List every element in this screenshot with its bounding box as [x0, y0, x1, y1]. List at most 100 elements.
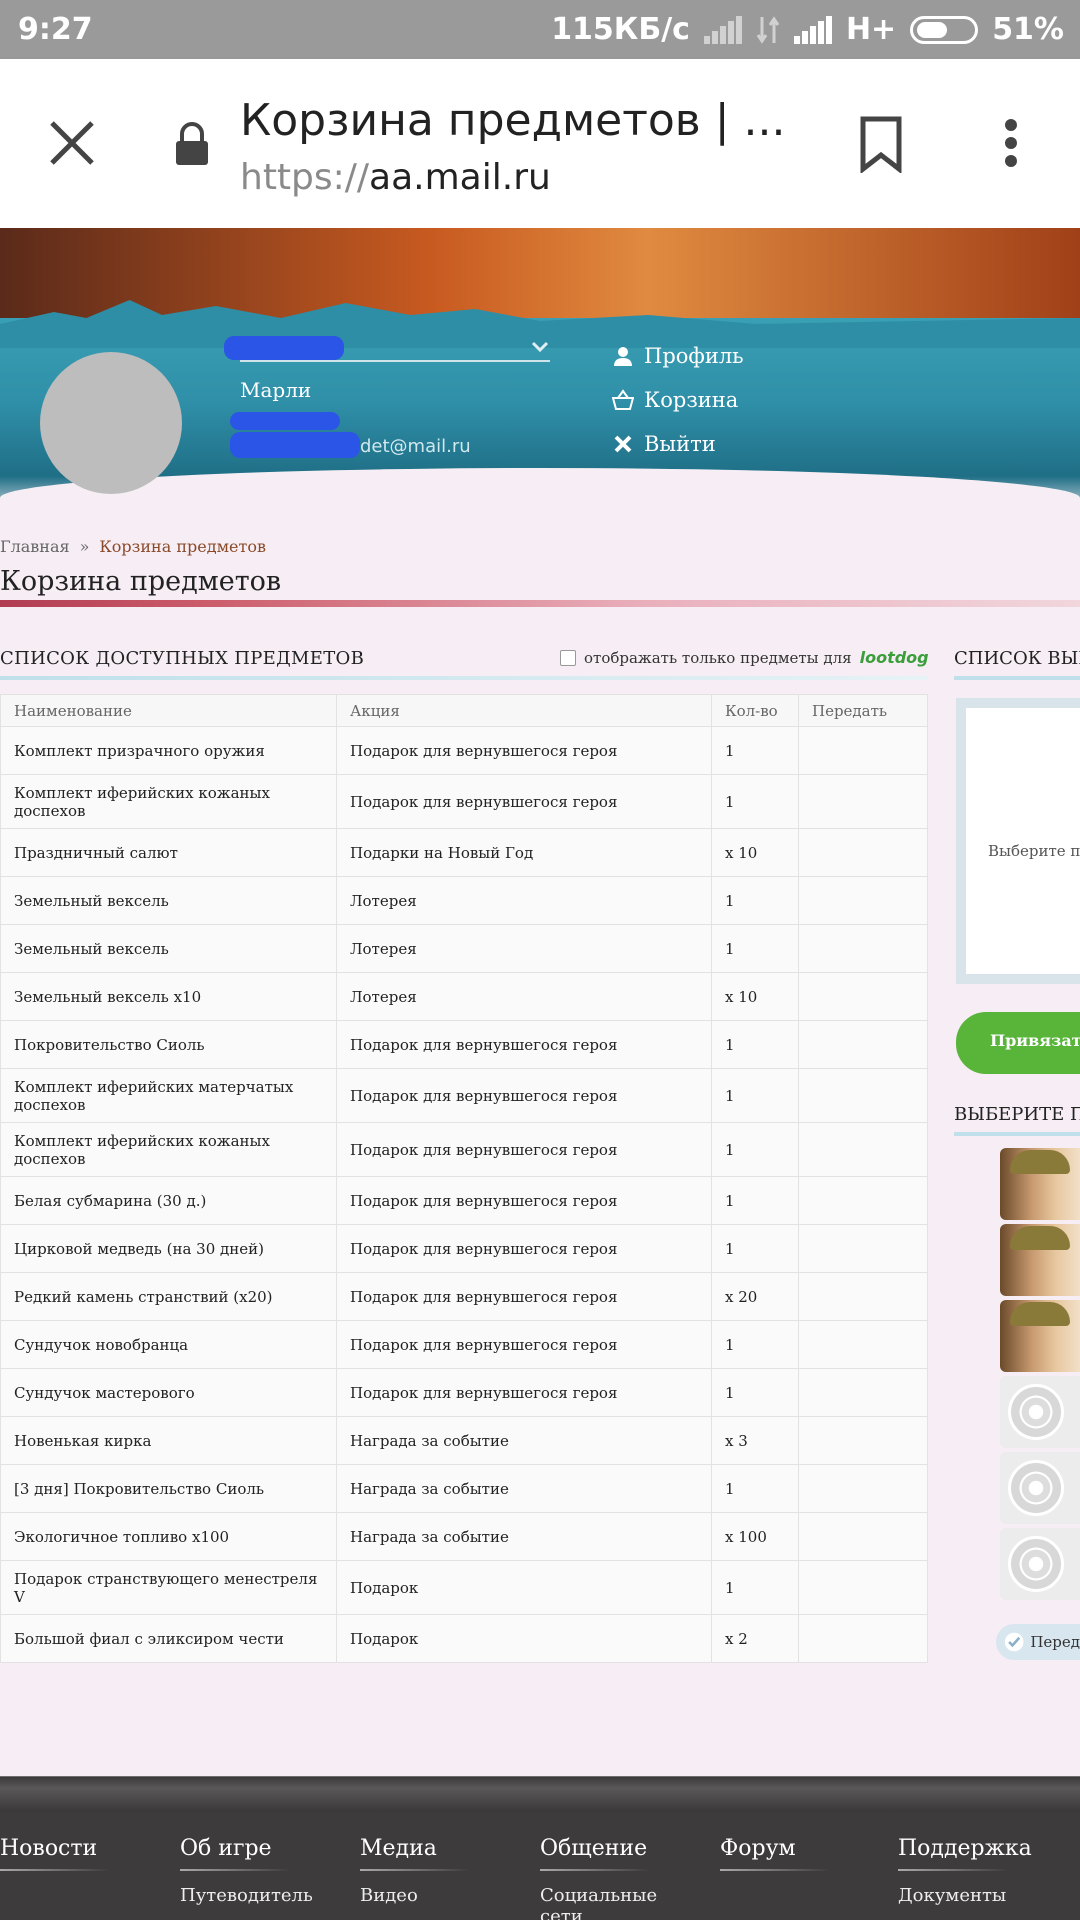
- col-name-header: Наименование: [0, 694, 337, 727]
- bookmark-icon[interactable]: [858, 115, 904, 173]
- item-transfer-cell[interactable]: [798, 1176, 928, 1225]
- account-selector[interactable]: [224, 328, 550, 362]
- footer-link[interactable]: Путеводитель: [180, 1885, 330, 1906]
- selected-items-placeholder: Выберите п: [988, 842, 1080, 860]
- redacted-username: [224, 336, 344, 360]
- table-row: Редкий камень странствий (x20) Подарок дл…: [0, 1272, 928, 1321]
- more-options-icon[interactable]: [1000, 117, 1022, 169]
- address-bar[interactable]: https://aa.mail.ru: [240, 157, 551, 198]
- footer-column: Поддержка Документы: [898, 1836, 1048, 1906]
- breadcrumb-home[interactable]: Главная: [0, 537, 70, 556]
- table-row: Сундучок мастерового Подарок для вернувше…: [0, 1368, 928, 1417]
- footer-heading[interactable]: Медиа: [360, 1836, 510, 1861]
- empty-character-slot[interactable]: [1000, 1452, 1080, 1524]
- item-name: Покровительство Сиоль: [0, 1020, 337, 1069]
- lock-icon[interactable]: [174, 121, 210, 167]
- item-qty: 1: [711, 924, 799, 973]
- item-name: Сундучок мастерового: [0, 1368, 337, 1417]
- item-qty: x 100: [711, 1512, 799, 1561]
- item-action: Подарок для вернувшегося героя: [336, 1020, 712, 1069]
- footer-column: Новости: [0, 1836, 150, 1885]
- item-transfer-cell[interactable]: [798, 1560, 928, 1615]
- empty-character-slot[interactable]: [1000, 1528, 1080, 1600]
- browser-toolbar: Корзина предметов | ... https://aa.mail.…: [0, 59, 1080, 228]
- item-transfer-cell[interactable]: [798, 726, 928, 775]
- item-transfer-cell[interactable]: [798, 1068, 928, 1123]
- item-name: Экологичное топливо x100: [0, 1512, 337, 1561]
- item-transfer-cell[interactable]: [798, 1614, 928, 1663]
- footer-heading[interactable]: Об игре: [180, 1836, 330, 1861]
- item-transfer-cell[interactable]: [798, 1272, 928, 1321]
- item-action: Подарки на Новый Год: [336, 828, 712, 877]
- lootdog-filter-label: отображать только предметы для: [584, 648, 852, 667]
- item-transfer-cell[interactable]: [798, 1122, 928, 1177]
- item-transfer-cell[interactable]: [798, 1020, 928, 1069]
- footer-underline: [540, 1869, 650, 1871]
- user-avatar[interactable]: [40, 352, 182, 494]
- table-row: Комплект иферийских кожаных доспехов Пода…: [0, 774, 928, 829]
- site-header-banner: Марли det@mail.ru Профиль Корзина Выйти: [0, 228, 1080, 520]
- item-transfer-cell[interactable]: [798, 1512, 928, 1561]
- footer-link[interactable]: Видео: [360, 1885, 510, 1906]
- item-name: Комплект призрачного оружия: [0, 726, 337, 775]
- item-action: Подарок: [336, 1614, 712, 1663]
- footer-heading[interactable]: Общение: [540, 1836, 690, 1861]
- footer-heading[interactable]: Новости: [0, 1836, 150, 1861]
- profile-link[interactable]: Профиль: [612, 344, 744, 368]
- lootdog-checkbox[interactable]: [560, 649, 576, 666]
- footer-heading[interactable]: Поддержка: [898, 1836, 1048, 1861]
- item-transfer-cell[interactable]: [798, 1320, 928, 1369]
- item-transfer-cell[interactable]: [798, 924, 928, 973]
- right-divider: [954, 676, 1080, 680]
- table-row: Белая субмарина (30 д.) Подарок для верну…: [0, 1176, 928, 1225]
- cart-label: Корзина: [644, 388, 739, 412]
- item-qty: x 3: [711, 1416, 799, 1465]
- logout-link[interactable]: Выйти: [612, 432, 716, 456]
- item-transfer-cell[interactable]: [798, 1224, 928, 1273]
- url-host: aa.mail.ru: [369, 157, 551, 198]
- item-action: Подарок для вернувшегося героя: [336, 1272, 712, 1321]
- item-name: Цирковой медведь (на 30 дней): [0, 1224, 337, 1273]
- character-portrait: [1010, 1226, 1070, 1250]
- item-action: Награда за событие: [336, 1416, 712, 1465]
- item-action: Подарок для вернувшегося героя: [336, 1224, 712, 1273]
- item-transfer-cell[interactable]: [798, 876, 928, 925]
- item-qty: 1: [711, 774, 799, 829]
- item-transfer-cell[interactable]: [798, 1416, 928, 1465]
- character-slot[interactable]: [1000, 1300, 1080, 1372]
- lootdog-filter[interactable]: отображать только предметы для lootdog: [560, 648, 929, 667]
- table-row: Земельный вексель Лотерея 1: [0, 924, 928, 973]
- close-icon[interactable]: [46, 117, 98, 169]
- item-action: Подарок для вернувшегося героя: [336, 1122, 712, 1177]
- footer-link[interactable]: Социальные сети: [540, 1885, 690, 1920]
- transfer-button[interactable]: Перед: [996, 1624, 1080, 1660]
- table-row: Праздничный салют Подарки на Новый Год x 1…: [0, 828, 928, 877]
- item-transfer-cell[interactable]: [798, 972, 928, 1021]
- chevron-down-icon[interactable]: [530, 340, 550, 354]
- item-qty: 1: [711, 1224, 799, 1273]
- footer-underline: [180, 1869, 290, 1871]
- empty-character-slot[interactable]: [1000, 1376, 1080, 1448]
- table-row: Цирковой медведь (на 30 дней) Подарок для…: [0, 1224, 928, 1273]
- footer-heading[interactable]: Форум: [720, 1836, 870, 1861]
- bind-button[interactable]: Привязать: [956, 1012, 1080, 1074]
- footer-underline: [360, 1869, 470, 1871]
- item-name: Земельный вексель: [0, 924, 337, 973]
- site-footer: Новости Об игре Путеводитель Медиа Видео Обще…: [0, 1812, 1080, 1920]
- character-slot[interactable]: [1000, 1224, 1080, 1296]
- item-action: Подарок для вернувшегося героя: [336, 774, 712, 829]
- item-transfer-cell[interactable]: [798, 1464, 928, 1513]
- item-transfer-cell[interactable]: [798, 1368, 928, 1417]
- user-icon: [614, 347, 632, 366]
- item-transfer-cell[interactable]: [798, 774, 928, 829]
- table-row: Покровительство Сиоль Подарок для вернувш…: [0, 1020, 928, 1069]
- cart-link[interactable]: Корзина: [612, 388, 738, 412]
- item-action: Подарок для вернувшегося героя: [336, 1176, 712, 1225]
- footer-column: Форум: [720, 1836, 870, 1885]
- item-action: Подарок для вернувшегося героя: [336, 726, 712, 775]
- selected-items-box: Выберите п: [956, 698, 1080, 984]
- item-transfer-cell[interactable]: [798, 828, 928, 877]
- footer-link[interactable]: Документы: [898, 1885, 1048, 1906]
- character-slot[interactable]: [1000, 1148, 1080, 1220]
- item-name: Редкий камень странствий (x20): [0, 1272, 337, 1321]
